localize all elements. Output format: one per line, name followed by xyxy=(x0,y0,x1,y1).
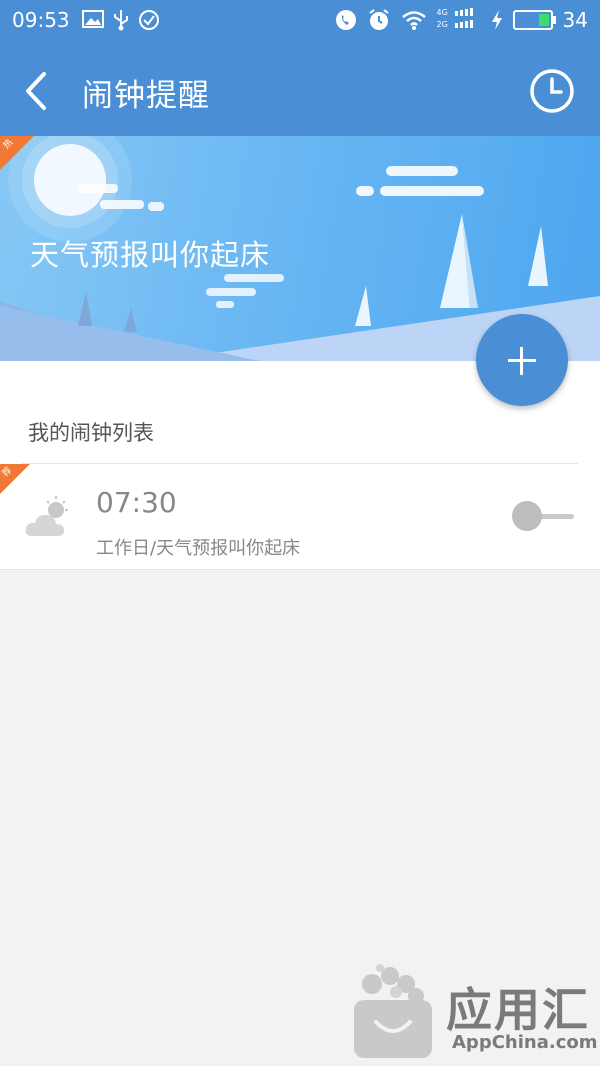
phone-icon xyxy=(335,10,356,30)
signal-icon: 4G 2G xyxy=(437,8,481,32)
battery-icon xyxy=(512,10,556,30)
status-bar: 09:53 4G 2G 34 xyxy=(0,0,600,46)
banner-headline: 天气预报叫你起床 xyxy=(30,238,271,272)
wifi-icon xyxy=(401,11,426,30)
back-arrow-icon[interactable] xyxy=(20,68,56,114)
appchina-logo-icon xyxy=(354,964,432,1058)
check-circle-icon xyxy=(139,10,159,30)
hot-tag: 热 xyxy=(0,136,34,170)
alarm-time: 07:30 xyxy=(96,486,177,519)
watermark-name: 应用汇 xyxy=(446,983,590,1037)
alarm-description: 工作日/天气预报叫你起床 xyxy=(96,538,301,559)
list-item[interactable]: 荐 07:30 工作日/天气预报叫你起床 xyxy=(0,464,600,570)
recommend-tag: 荐 xyxy=(0,464,30,494)
status-time: 09:53 xyxy=(12,8,70,32)
page-title: 闹钟提醒 xyxy=(82,78,210,114)
image-icon xyxy=(82,10,104,28)
usb-icon xyxy=(114,10,128,31)
partly-cloudy-icon xyxy=(25,496,68,536)
clock-icon[interactable] xyxy=(528,67,576,115)
watermark-sub: AppChina.com xyxy=(452,1032,598,1053)
alarm-toggle[interactable] xyxy=(512,500,576,532)
charging-icon xyxy=(491,10,502,30)
battery-level: 34 xyxy=(562,8,588,32)
title-bar: 闹钟提醒 xyxy=(0,46,600,136)
alarm-icon xyxy=(368,9,389,30)
add-alarm-button[interactable] xyxy=(476,314,568,406)
appchina-watermark: 应用汇 AppChina.com xyxy=(350,962,600,1062)
alarm-list-title: 我的闹钟列表 xyxy=(28,421,154,445)
